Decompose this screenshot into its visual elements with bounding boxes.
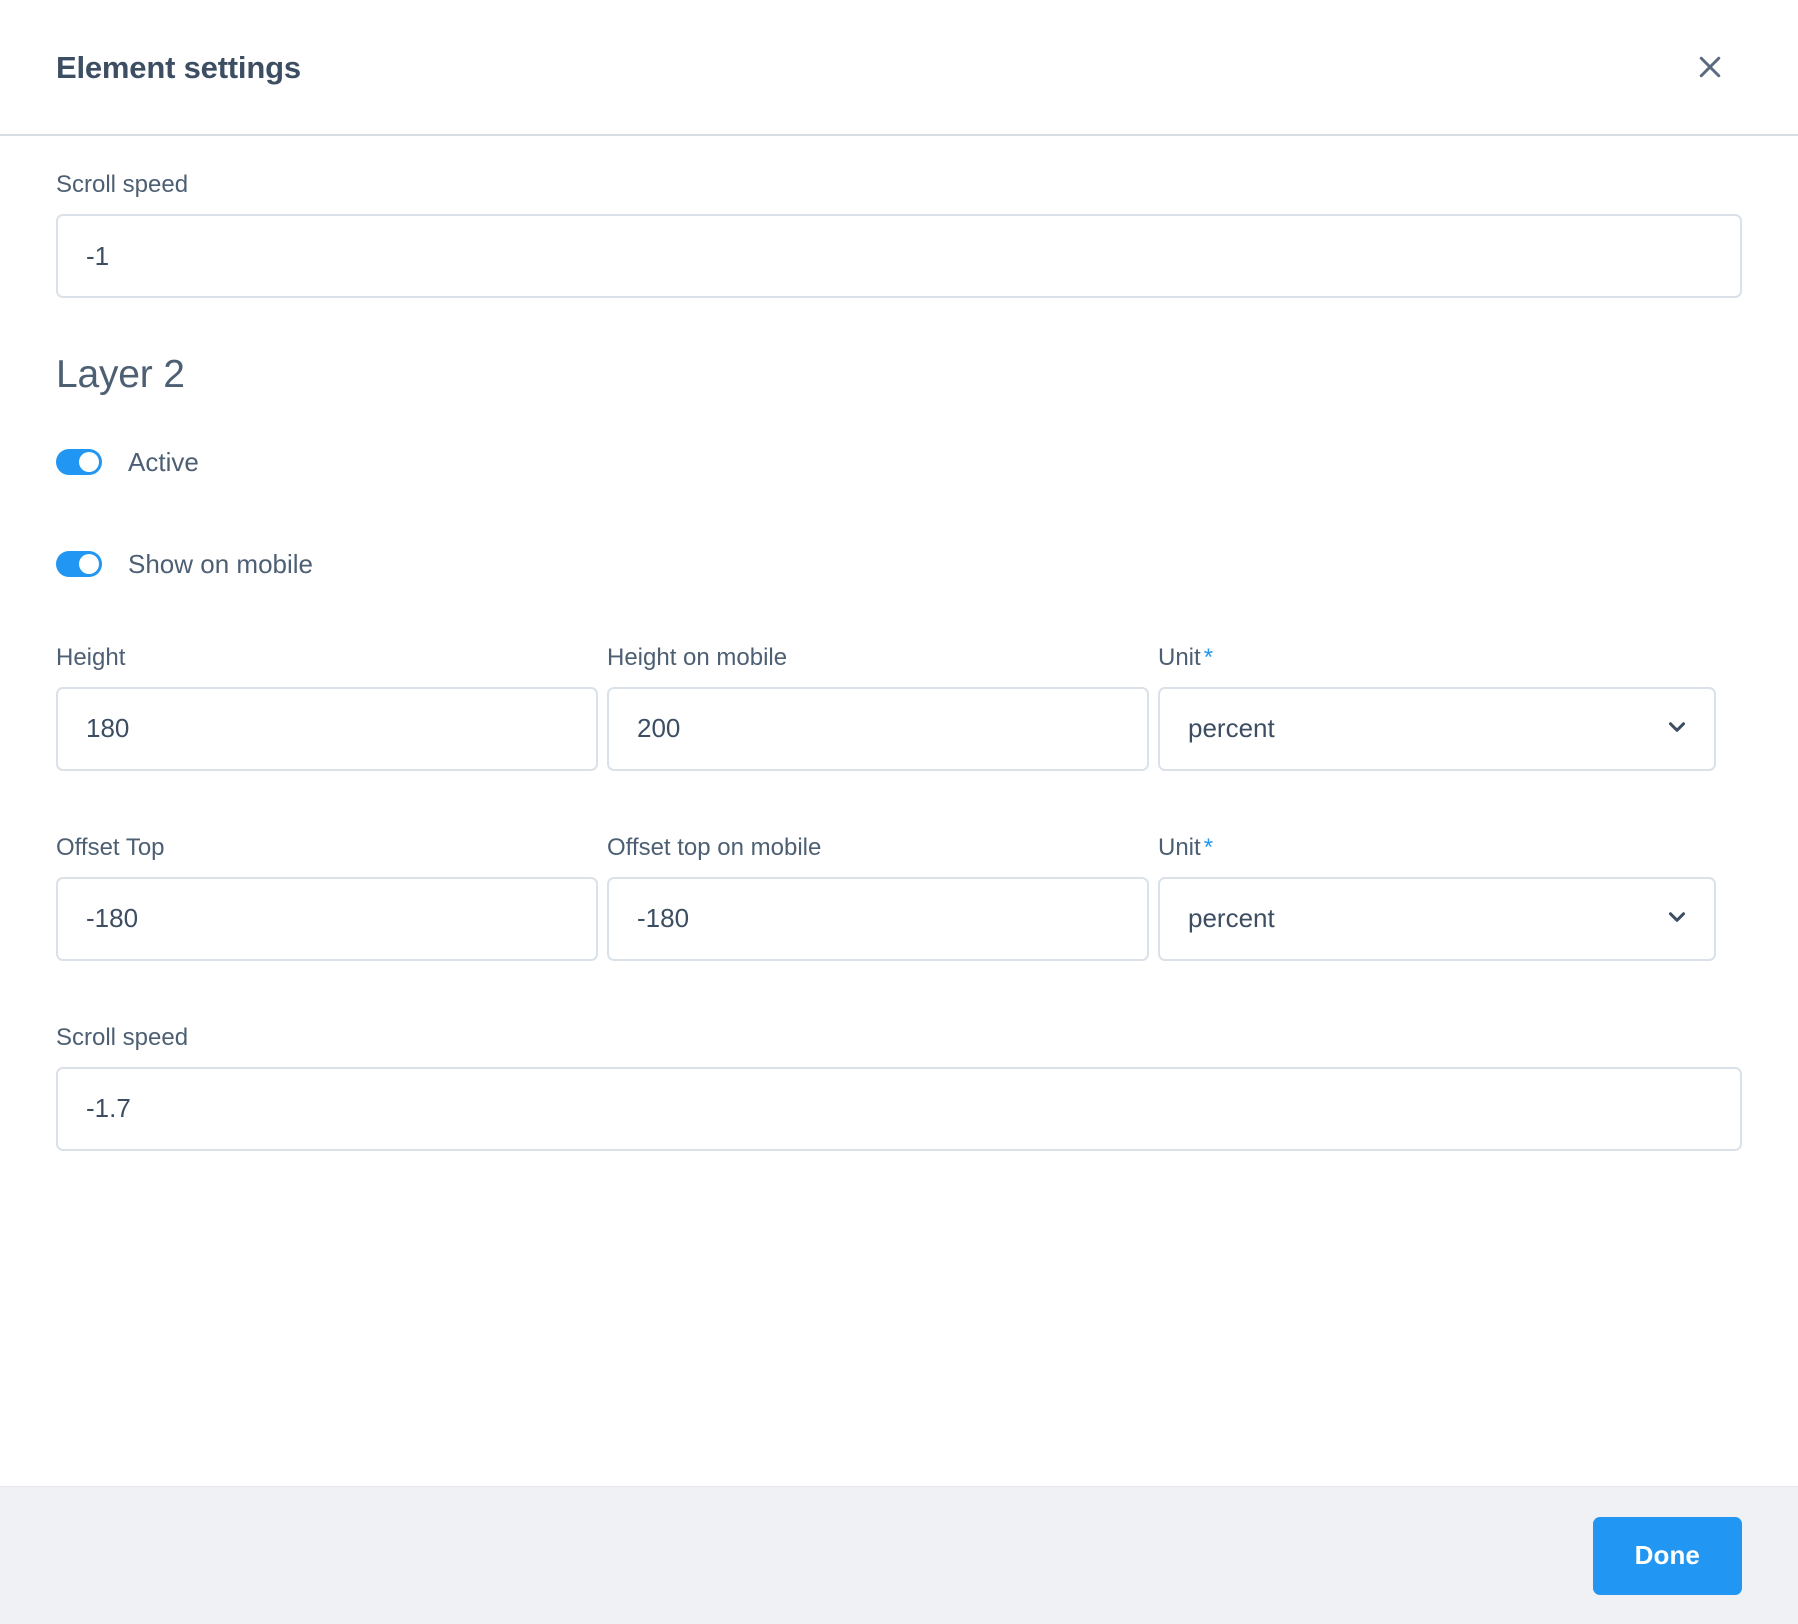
toggle-active[interactable]	[56, 448, 102, 475]
offset-top-on-mobile-label: Offset top on mobile	[607, 833, 822, 861]
toggle-show-on-mobile-label: Show on mobile	[128, 548, 313, 579]
height-input[interactable]: 180	[56, 686, 598, 771]
scroll-speed-top-input[interactable]: -1	[56, 214, 1742, 298]
required-asterisk: *	[1203, 643, 1214, 671]
height-on-mobile-label: Height on mobile	[607, 643, 788, 671]
row-height: Height 180 Height on mobile 200 Unit * pe…	[56, 643, 1742, 771]
field-height-unit: Unit * percent	[1158, 643, 1716, 771]
close-icon	[1695, 52, 1725, 82]
toggle-show-on-mobile[interactable]	[56, 550, 102, 577]
height-unit-label-text: Unit	[1158, 643, 1201, 671]
scroll-speed-bottom-input[interactable]: -1.7	[56, 1066, 1742, 1151]
close-button[interactable]	[1682, 39, 1738, 95]
field-scroll-speed-bottom: Scroll speed -1.7	[56, 1023, 1742, 1151]
field-scroll-speed-top: Scroll speed -1	[56, 170, 1742, 298]
page-title: Element settings	[56, 49, 301, 85]
field-offset-top: Offset Top -180	[56, 833, 598, 961]
element-settings-dialog: Element settings Scroll speed -1 Layer 2…	[0, 0, 1798, 1624]
required-asterisk: *	[1203, 833, 1214, 861]
done-button[interactable]: Done	[1592, 1516, 1742, 1595]
offset-unit-label-text: Unit	[1158, 833, 1201, 861]
dialog-header: Element settings	[0, 0, 1798, 136]
toggle-row-show-on-mobile: Show on mobile	[56, 548, 1742, 579]
dialog-footer: Done	[0, 1486, 1798, 1624]
toggle-row-active: Active	[56, 446, 1742, 477]
field-height-on-mobile: Height on mobile 200	[607, 643, 1149, 771]
toggle-active-label: Active	[128, 446, 199, 477]
offset-top-on-mobile-input[interactable]: -180	[607, 876, 1149, 961]
dialog-body: Scroll speed -1 Layer 2 Active Show on m…	[0, 136, 1798, 1486]
field-offset-top-on-mobile: Offset top on mobile -180	[607, 833, 1149, 961]
offset-unit-select[interactable]: percent	[1158, 876, 1716, 961]
offset-unit-label: Unit *	[1158, 833, 1716, 863]
height-on-mobile-input[interactable]: 200	[607, 686, 1149, 771]
offset-top-input[interactable]: -180	[56, 876, 598, 961]
toggle-knob	[79, 553, 99, 574]
offset-unit-select-wrap: percent	[1158, 876, 1716, 961]
section-title-layer-2: Layer 2	[56, 353, 185, 396]
height-unit-select[interactable]: percent	[1158, 686, 1716, 771]
field-offset-unit: Unit * percent	[1158, 833, 1716, 961]
row-offset-top: Offset Top -180 Offset top on mobile -18…	[56, 833, 1742, 961]
toggle-knob	[79, 451, 99, 472]
scroll-speed-bottom-label: Scroll speed	[56, 1023, 189, 1051]
height-unit-label: Unit *	[1158, 643, 1716, 673]
height-label: Height	[56, 643, 126, 671]
scroll-speed-top-label: Scroll speed	[56, 171, 189, 198]
field-height: Height 180	[56, 643, 598, 771]
offset-top-label: Offset Top	[56, 833, 165, 861]
height-unit-select-wrap: percent	[1158, 686, 1716, 771]
